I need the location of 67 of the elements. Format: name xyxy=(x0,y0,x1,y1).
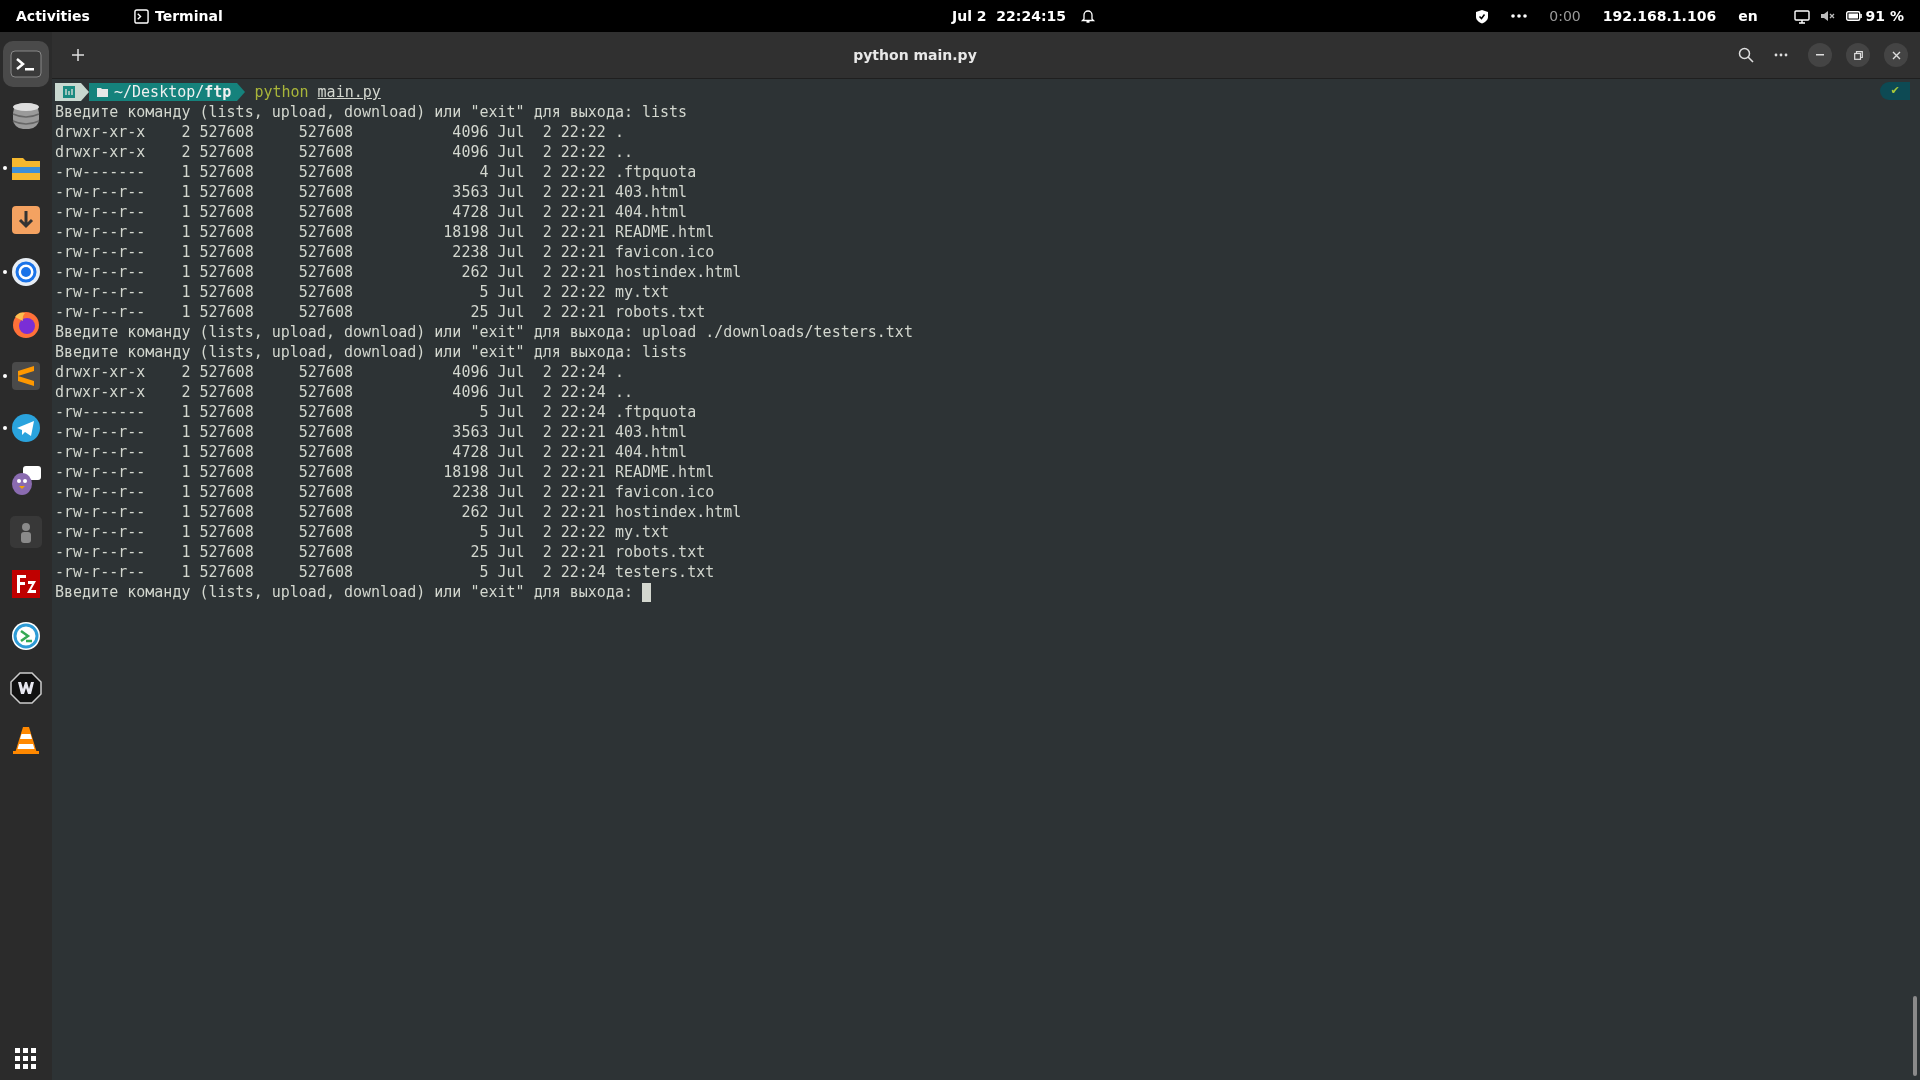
terminal-output-line: Введите команду (lists, upload, download) или "exit" для выхода: lists xyxy=(55,342,688,362)
close-icon xyxy=(1891,50,1901,60)
sublime-icon xyxy=(9,359,43,393)
paper-plane-icon xyxy=(9,411,43,445)
clock[interactable]: Jul 2 22:24:15 xyxy=(952,5,1066,27)
terminal-output-line: -rw-r--r-- 1 527608 527608 5 Jul 2 22:24 testers.txt xyxy=(55,562,715,582)
terminal-output-line: -rw-r--r-- 1 527608 527608 25 Jul 2 22:21 robots.txt xyxy=(55,302,706,322)
shield-icon[interactable] xyxy=(1475,8,1490,24)
battery-icon[interactable] xyxy=(1845,11,1862,21)
terminal-output-line: -rw-r--r-- 1 527608 527608 18198 Jul 2 22:21 README.html xyxy=(55,222,715,242)
terminal-output-line: drwxr-xr-x 2 527608 527608 4096 Jul 2 22:24 . xyxy=(55,362,624,382)
battery-percent[interactable]: 91 % xyxy=(1865,5,1904,27)
close-button[interactable] xyxy=(1884,43,1908,67)
terminal-output-line: -rw-r--r-- 1 527608 527608 2238 Jul 2 22:21 favicon.ico xyxy=(55,482,715,502)
display-icon[interactable] xyxy=(1793,8,1810,24)
bird-chat-icon xyxy=(9,463,43,497)
activities-button[interactable]: Activities xyxy=(16,5,106,27)
download-icon xyxy=(9,203,43,237)
muted-speaker-icon[interactable] xyxy=(1819,9,1836,23)
person-icon xyxy=(9,515,43,549)
terminal-output-line: -rw-r--r-- 1 527608 527608 3563 Jul 2 22:21 403.html xyxy=(55,422,688,442)
terminal-output-line: -rw-r--r-- 1 527608 527608 4728 Jul 2 22:21 404.html xyxy=(55,202,688,222)
terminal-output-line: -rw-r--r-- 1 527608 527608 25 Jul 2 22:21 robots.txt xyxy=(55,542,706,562)
terminal-output-line: Введите команду (lists, upload, download) или "exit" для выхода: xyxy=(55,582,634,602)
browser-circle-icon xyxy=(9,255,43,289)
command-argument: main.py xyxy=(317,82,381,102)
more-icon[interactable] xyxy=(1511,14,1528,18)
terminal-icon xyxy=(9,47,43,81)
window-title: python main.py xyxy=(853,45,977,65)
restore-button[interactable] xyxy=(1846,43,1870,67)
filezilla-icon xyxy=(9,567,43,601)
terminal-output-line: -rw-r--r-- 1 527608 527608 262 Jul 2 22:21 hostindex.html xyxy=(55,262,742,282)
command-name: python xyxy=(254,82,309,102)
search-icon[interactable] xyxy=(1738,47,1754,63)
timer-indicator[interactable]: 0:00 xyxy=(1549,5,1581,27)
restore-icon xyxy=(1853,50,1863,60)
app-menu[interactable]: Terminal xyxy=(155,5,223,27)
terminal-output-line: -rw------- 1 527608 527608 5 Jul 2 22:24 .ftpquota xyxy=(55,402,697,422)
dock-item[interactable] xyxy=(3,41,49,87)
distro-logo-icon xyxy=(63,86,75,98)
minimize-button[interactable] xyxy=(1808,43,1832,67)
ip-address-indicator[interactable]: 192.168.1.106 xyxy=(1602,5,1717,27)
scrollbar-thumb[interactable] xyxy=(1913,996,1917,1076)
terminal-output-line: drwxr-xr-x 2 527608 527608 4096 Jul 2 22:22 . xyxy=(55,122,624,142)
minimize-icon xyxy=(1816,54,1824,56)
octagon-badge-icon xyxy=(9,671,43,705)
terminal-output-line: -rw-r--r-- 1 527608 527608 18198 Jul 2 22:21 README.html xyxy=(55,462,715,482)
terminal-output-line: -rw-r--r-- 1 527608 527608 5 Jul 2 22:22 my.txt xyxy=(55,282,670,302)
terminal-icon xyxy=(134,8,149,24)
bell-icon[interactable] xyxy=(1080,8,1096,24)
terminal-output-line: -rw------- 1 527608 527608 4 Jul 2 22:22 .ftpquota xyxy=(55,162,697,182)
terminal-output-line: -rw-r--r-- 1 527608 527608 262 Jul 2 22:21 hostindex.html xyxy=(55,502,742,522)
prompt-path: ~/Desktop/ftp xyxy=(114,82,232,102)
terminal-output-line: drwxr-xr-x 2 527608 527608 4096 Jul 2 22:24 .. xyxy=(55,382,633,402)
plus-icon xyxy=(71,48,85,62)
keyboard-layout-indicator[interactable]: en xyxy=(1738,5,1758,27)
folder-icon xyxy=(97,87,108,97)
remote-desktop-icon xyxy=(9,619,43,653)
terminal-output-line: Введите команду (lists, upload, download) или "exit" для выхода: lists xyxy=(55,102,688,122)
app-grid-icon[interactable] xyxy=(15,1048,37,1070)
success-check: ✔ xyxy=(1890,82,1900,99)
terminal-output-line: Введите команду (lists, upload, download) или "exit" для выхода: upload ./downloads/testers.txt xyxy=(55,322,913,342)
terminal-output-line: -rw-r--r-- 1 527608 527608 4728 Jul 2 22:21 404.html xyxy=(55,442,688,462)
terminal-output-line: -rw-r--r-- 1 527608 527608 5 Jul 2 22:22 my.txt xyxy=(55,522,670,542)
terminal-output-line: -rw-r--r-- 1 527608 527608 2238 Jul 2 22:21 favicon.ico xyxy=(55,242,715,262)
terminal-output-line: -rw-r--r-- 1 527608 527608 3563 Jul 2 22:21 403.html xyxy=(55,182,688,202)
terminal-output-line: drwxr-xr-x 2 527608 527608 4096 Jul 2 22:22 .. xyxy=(55,142,633,162)
